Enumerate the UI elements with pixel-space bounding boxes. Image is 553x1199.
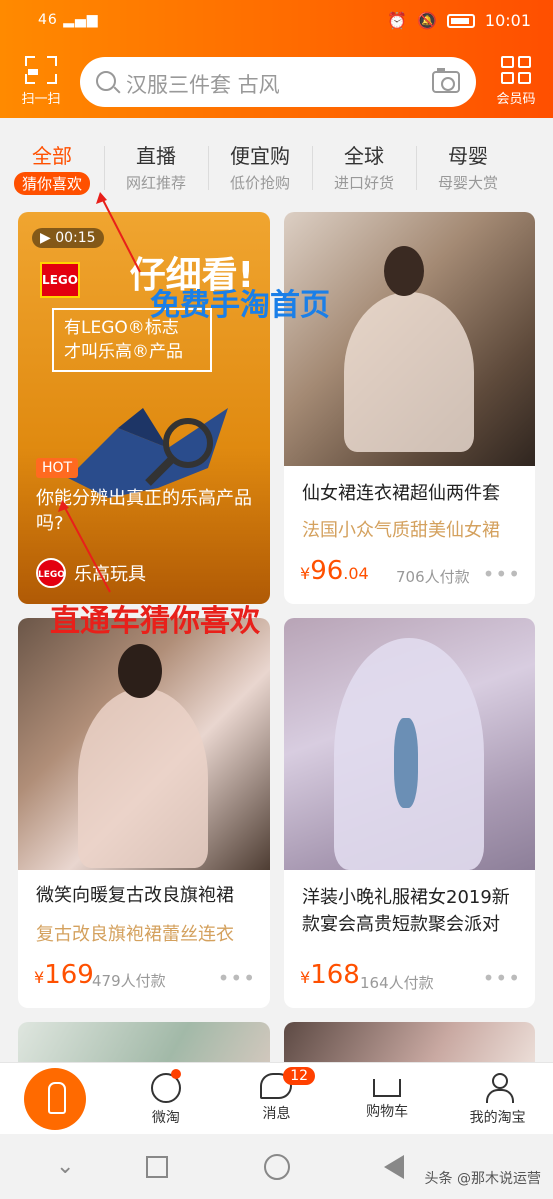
alarm-icon: ⏰ xyxy=(387,11,407,30)
product-price: ¥169 xyxy=(34,960,94,990)
scan-icon xyxy=(25,56,57,84)
sold-count: 706人付款 xyxy=(396,568,470,586)
message-badge: 12 xyxy=(283,1067,316,1085)
more-icon[interactable]: ••• xyxy=(483,562,521,586)
price-int: 169 xyxy=(44,960,94,990)
tab-all[interactable]: 全部 猜你喜欢 xyxy=(0,118,104,202)
video-duration-badge: ▶ 00:15 xyxy=(32,228,104,248)
tab-subtitle: 母婴大赏 xyxy=(437,174,498,192)
sold-count: 164人付款 xyxy=(360,974,434,992)
scan-button[interactable]: 扫一扫 xyxy=(16,56,66,107)
search-bar[interactable]: 汉服三件套 古风 xyxy=(80,57,476,107)
nav-label: 消息 xyxy=(262,1106,291,1122)
collapse-icon[interactable]: ⌄ xyxy=(56,1154,74,1179)
price-int: 96 xyxy=(310,556,344,586)
nav-messages[interactable]: 12 消息 xyxy=(221,1063,332,1134)
tab-live[interactable]: 直播 网红推荐 xyxy=(104,118,208,202)
home-button[interactable] xyxy=(264,1154,290,1180)
product-image xyxy=(18,618,270,870)
product-subtitle: 法国小众气质甜美仙女裙 xyxy=(302,520,500,541)
battery-icon xyxy=(446,13,475,28)
video-time: 00:15 xyxy=(55,230,96,246)
annotation-blue: 免费手淘首页 xyxy=(150,288,330,323)
nav-label: 购物车 xyxy=(366,1104,409,1120)
scan-label: 扫一扫 xyxy=(21,92,61,107)
tab-title: 全球 xyxy=(344,144,384,168)
currency: ¥ xyxy=(34,968,45,987)
ad-brand[interactable]: LEGO 乐高玩具 xyxy=(36,558,146,588)
member-code-button[interactable]: 会员码 xyxy=(491,56,541,107)
clock: 10:01 xyxy=(484,11,531,30)
sold-count: 479人付款 xyxy=(92,972,166,990)
search-icon xyxy=(96,71,116,91)
status-bar: 46 ▂▄▆ ⏰ 🔕 10:01 xyxy=(0,0,553,42)
ad-question: 你能分辨出真正的乐高产品吗? xyxy=(36,488,252,534)
tab-title: 全部 xyxy=(32,144,72,168)
app-header: 46 ▂▄▆ ⏰ 🔕 10:01 扫一扫 汉服三件套 古风 会员码 xyxy=(0,0,553,118)
product-card[interactable]: 洋装小晚礼服裙女2019新款宴会高贵短款聚会派对 ¥168 164人付款 ••• xyxy=(284,618,535,1008)
product-card[interactable]: 微笑向暖复古改良旗袍裙 复古改良旗袍裙蕾丝连衣 ¥169 479人付款 ••• xyxy=(18,618,270,1008)
price-int: 168 xyxy=(310,960,360,990)
product-price: ¥96.04 xyxy=(300,556,369,586)
tab-subtitle: 猜你喜欢 xyxy=(13,172,90,195)
nav-cart[interactable]: 购物车 xyxy=(332,1063,443,1134)
member-code-icon xyxy=(501,56,531,84)
nav-weitao[interactable]: 微淘 xyxy=(111,1063,222,1134)
annotation-red: 直通车猜你喜欢 xyxy=(50,604,260,639)
tab-title: 便宜购 xyxy=(230,144,290,168)
nav-my-taobao[interactable]: 我的淘宝 xyxy=(442,1063,553,1134)
system-nav-bar: ⌄ 头条 @那木说运营 xyxy=(0,1134,553,1199)
lego-brand-icon: LEGO xyxy=(36,558,66,588)
tab-subtitle: 低价抢购 xyxy=(229,174,290,192)
tab-baby[interactable]: 母婴 母婴大赏 xyxy=(416,118,520,202)
product-title: 微笑向暖复古改良旗袍裙 xyxy=(36,885,234,906)
signal-text: 46 xyxy=(38,12,58,28)
product-card[interactable]: 仙女裙连衣裙超仙两件套 法国小众气质甜美仙女裙 ¥96.04 706人付款 ••… xyxy=(284,212,535,604)
tab-subtitle: 进口好货 xyxy=(333,174,394,192)
product-title: 仙女裙连衣裙超仙两件套 xyxy=(302,483,500,504)
product-image xyxy=(284,212,535,466)
more-icon[interactable]: ••• xyxy=(483,966,521,990)
ad-card-lego[interactable]: ▶ 00:15 LEGO 仔细看! 有LEGO®标志 才叫乐高®产品 HOT 你… xyxy=(18,212,270,604)
nav-home[interactable] xyxy=(0,1063,111,1134)
product-image xyxy=(284,618,535,870)
tab-global[interactable]: 全球 进口好货 xyxy=(312,118,416,202)
bottom-nav: 微淘 12 消息 购物车 我的淘宝 xyxy=(0,1062,553,1134)
member-code-label: 会员码 xyxy=(496,92,536,107)
cart-icon xyxy=(373,1079,402,1097)
mute-icon: 🔕 xyxy=(416,11,437,30)
currency: ¥ xyxy=(300,564,311,583)
nav-label: 微淘 xyxy=(151,1110,180,1126)
search-placeholder: 汉服三件套 古风 xyxy=(126,73,280,97)
nav-label: 我的淘宝 xyxy=(469,1110,526,1126)
profile-icon xyxy=(485,1073,514,1103)
tab-title: 直播 xyxy=(136,144,176,168)
price-dec: .04 xyxy=(343,564,369,583)
tab-title: 母婴 xyxy=(448,144,488,168)
tab-cheap[interactable]: 便宜购 低价抢购 xyxy=(208,118,312,202)
more-icon[interactable]: ••• xyxy=(218,966,256,990)
product-title: 洋装小晚礼服裙女2019新款宴会高贵短款聚会派对 xyxy=(302,887,510,935)
signal-icon: 46 ▂▄▆ xyxy=(38,12,99,28)
rocket-icon xyxy=(24,1068,87,1130)
currency: ¥ xyxy=(300,968,311,987)
hot-badge: HOT xyxy=(36,458,79,478)
category-tabs: 全部 猜你喜欢 直播 网红推荐 便宜购 低价抢购 全球 进口好货 母婴 母婴大赏 xyxy=(0,118,553,202)
product-price: ¥168 xyxy=(300,960,360,990)
watermark: 头条 @那木说运营 xyxy=(424,1171,541,1187)
ad-brand-name: 乐高玩具 xyxy=(74,564,146,585)
back-button[interactable] xyxy=(384,1155,404,1179)
recent-apps-button[interactable] xyxy=(146,1156,168,1178)
tab-subtitle: 网红推荐 xyxy=(125,174,186,192)
product-subtitle: 复古改良旗袍裙蕾丝连衣 xyxy=(36,924,234,945)
notification-dot xyxy=(170,1069,181,1079)
camera-icon[interactable] xyxy=(432,68,460,93)
